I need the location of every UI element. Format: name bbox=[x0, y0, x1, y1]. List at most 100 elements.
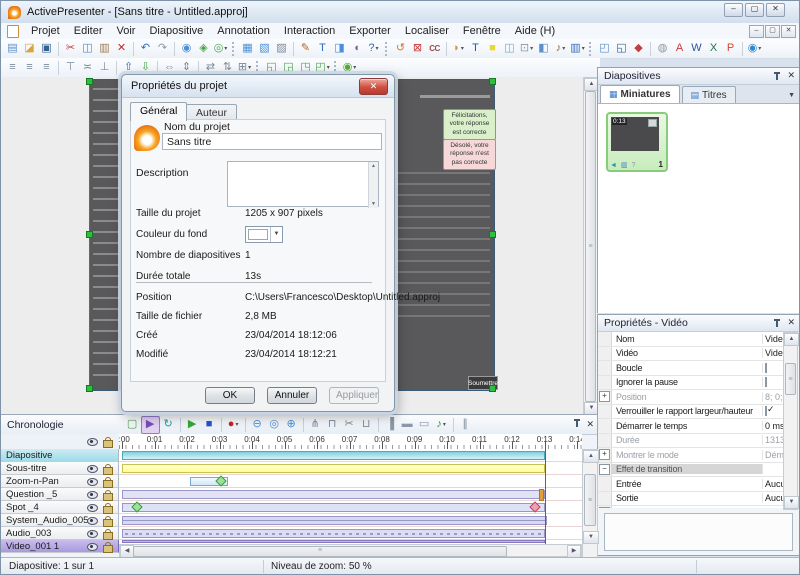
toolbar-grip[interactable] bbox=[385, 41, 388, 56]
minimize-button[interactable]: ‒ bbox=[724, 3, 743, 17]
pin-icon[interactable] bbox=[773, 72, 781, 80]
export-excel-button[interactable]: X bbox=[705, 41, 722, 57]
scroll-down-icon[interactable]: ▼ bbox=[784, 496, 799, 509]
help-dropdown-icon[interactable]: ▾ bbox=[376, 45, 379, 52]
tl-hide-button[interactable]: ▬ bbox=[399, 417, 416, 433]
slide-thumbnail[interactable]: 0:13 ◄ ▥? 1 bbox=[606, 112, 668, 172]
align-center-button[interactable]: ≡ bbox=[21, 60, 38, 76]
appliquer-button[interactable]: Appliquer bbox=[329, 387, 379, 404]
timeline-bar-system-audio-005[interactable] bbox=[122, 515, 546, 525]
duplicate-slide-button[interactable]: ▧ bbox=[256, 41, 273, 57]
menu-annotation[interactable]: Annotation bbox=[210, 24, 277, 38]
menu-interaction[interactable]: Interaction bbox=[277, 24, 342, 38]
tl-snap-button[interactable]: ∥ bbox=[457, 417, 474, 433]
track-question-5[interactable]: Question _5 bbox=[1, 488, 119, 501]
property-entr-e[interactable]: Entrée Aucun bbox=[598, 477, 797, 492]
track-lock-icon[interactable] bbox=[103, 529, 113, 540]
property-verrouiller-le-rapport-largeur-hauteur[interactable]: Verrouiller le rapport largeur/hauteur bbox=[598, 404, 797, 419]
selection-handle[interactable] bbox=[489, 78, 496, 85]
menu-aide-h[interactable]: Aide (H) bbox=[508, 24, 562, 38]
track-lock-icon[interactable] bbox=[103, 464, 113, 475]
slides-panel-header[interactable]: Diapositives ✕ bbox=[598, 68, 799, 85]
expander-icon[interactable]: + bbox=[599, 449, 610, 461]
menu-fen-tre[interactable]: Fenêtre bbox=[456, 24, 508, 38]
align-top-button[interactable]: ⊤ bbox=[62, 60, 79, 76]
insert-text-button[interactable]: T bbox=[314, 41, 331, 57]
chevron-down-icon[interactable]: ▼ bbox=[270, 226, 282, 242]
scroll-thumb[interactable]: ≡ bbox=[584, 474, 596, 526]
insert-comment-button[interactable]: ◖ bbox=[348, 41, 365, 57]
align-right-button[interactable]: ≡ bbox=[38, 60, 55, 76]
snap-grid-dropdown-icon[interactable]: ▾ bbox=[248, 64, 251, 71]
track-lock-icon[interactable] bbox=[103, 490, 113, 501]
track-lock-icon[interactable] bbox=[103, 542, 113, 553]
property-ignorer-la-pause[interactable]: Ignorer la pause bbox=[598, 375, 797, 390]
mdi-restore-button[interactable]: ▢ bbox=[765, 25, 780, 38]
property-dur-e[interactable]: Durée 13133 m bbox=[598, 433, 797, 448]
track-zoom-n-pan[interactable]: Zoom-n-Pan bbox=[1, 475, 119, 488]
track-diapositive[interactable]: Diapositive bbox=[1, 449, 119, 462]
tl-play-button[interactable]: ▶ bbox=[184, 417, 201, 433]
pin-icon[interactable] bbox=[573, 419, 581, 427]
text-caption-button[interactable]: T bbox=[467, 41, 484, 57]
toolbar-grip[interactable] bbox=[256, 60, 259, 75]
scroll-up-icon[interactable]: ▲ bbox=[584, 78, 597, 91]
tl-split-button[interactable]: ⋔ bbox=[307, 417, 324, 433]
save-project-button[interactable]: ▣ bbox=[38, 41, 55, 57]
selection-handle[interactable] bbox=[489, 385, 496, 392]
crop-dropdown-icon[interactable]: ▾ bbox=[530, 45, 533, 52]
tl-zoom-reset-button[interactable]: ◎ bbox=[266, 417, 283, 433]
close-icon[interactable]: ✕ bbox=[787, 70, 795, 81]
tl-record-dropdown-icon[interactable]: ▾ bbox=[235, 421, 238, 428]
track-lock-icon[interactable] bbox=[103, 516, 113, 527]
delete-button[interactable]: ✕ bbox=[113, 41, 130, 57]
scroll-thumb[interactable]: ≡ bbox=[785, 363, 796, 395]
property-sortie[interactable]: Sortie Aucun bbox=[598, 491, 797, 506]
order-dropdown-icon[interactable]: ▾ bbox=[327, 64, 330, 71]
track-visibility-icon[interactable] bbox=[87, 465, 98, 473]
insert-video-button[interactable]: ◨ bbox=[331, 41, 348, 57]
textarea-scrollbar[interactable]: ▲ ▼ bbox=[368, 162, 378, 208]
tl-freeze-button[interactable]: ▐ bbox=[382, 417, 399, 433]
track-lock-icon[interactable] bbox=[103, 477, 113, 488]
pin-icon[interactable] bbox=[773, 319, 781, 327]
publish-button[interactable]: ◆ bbox=[630, 41, 647, 57]
scroll-thumb[interactable]: ≡ bbox=[133, 546, 507, 557]
timeline-horizontal-scrollbar[interactable]: ◀ ≡ ▶ bbox=[119, 544, 582, 558]
property-d-marrer-le-temps[interactable]: Démarrer le temps 0 ms bbox=[598, 419, 797, 434]
menu-voir[interactable]: Voir bbox=[110, 24, 143, 38]
canvas-vertical-scrollbar[interactable]: ▲ ≡ ▼ bbox=[583, 77, 597, 414]
stop-capture-button[interactable]: ⊠ bbox=[409, 41, 426, 57]
preview-dropdown-icon[interactable]: ▾ bbox=[758, 45, 761, 52]
object-states-dropdown-icon[interactable]: ▾ bbox=[353, 64, 356, 71]
track-visibility-icon[interactable] bbox=[87, 504, 98, 512]
new-slide-button[interactable]: ▦ bbox=[239, 41, 256, 57]
tab-titres[interactable]: ▤ Titres bbox=[681, 86, 736, 103]
menu-localiser[interactable]: Localiser bbox=[398, 24, 456, 38]
project-name-input[interactable]: Sans titre bbox=[162, 133, 382, 150]
audio-dropdown-icon[interactable]: ▾ bbox=[562, 45, 565, 52]
align-middle-button[interactable]: ≍ bbox=[79, 60, 96, 76]
selection-handle[interactable] bbox=[86, 385, 93, 392]
toolbar-grip[interactable] bbox=[334, 60, 337, 75]
zoom-button[interactable]: ◉ bbox=[178, 41, 195, 57]
export-powerpoint-button[interactable]: P bbox=[722, 41, 739, 57]
zoom-select-dropdown-icon[interactable]: ▾ bbox=[224, 45, 227, 52]
undo-button[interactable]: ↶ bbox=[137, 41, 154, 57]
tl-preview-from-button[interactable]: ▶ bbox=[140, 415, 160, 434]
property-position[interactable]: + Position 8; 0; 12 bbox=[598, 390, 797, 405]
scroll-up-icon[interactable]: ▲ bbox=[371, 163, 376, 169]
tl-insert-time-button[interactable]: ⊔ bbox=[358, 417, 375, 433]
preview-button[interactable]: ◉ ▾ bbox=[746, 41, 763, 57]
toolbar-grip[interactable] bbox=[589, 41, 592, 56]
menu-projet[interactable]: Projet bbox=[24, 24, 67, 38]
menu-diapositive[interactable]: Diapositive bbox=[142, 24, 210, 38]
tab-miniatures[interactable]: ▦ Miniatures bbox=[600, 85, 680, 103]
interaction-dropdown-icon[interactable]: ▾ bbox=[582, 45, 585, 52]
property-grid-scrollbar[interactable]: ▲ ≡ ▼ bbox=[783, 332, 799, 510]
annuler-button[interactable]: Annuler bbox=[267, 387, 317, 404]
track-video-001-1[interactable]: Video_001 1 bbox=[1, 540, 119, 553]
timeline-vertical-scrollbar[interactable]: ▲ ≡ ▼ bbox=[582, 449, 599, 559]
zoom-select-button[interactable]: ◎ ▾ bbox=[212, 41, 229, 57]
track-lock-icon[interactable] bbox=[103, 503, 113, 514]
